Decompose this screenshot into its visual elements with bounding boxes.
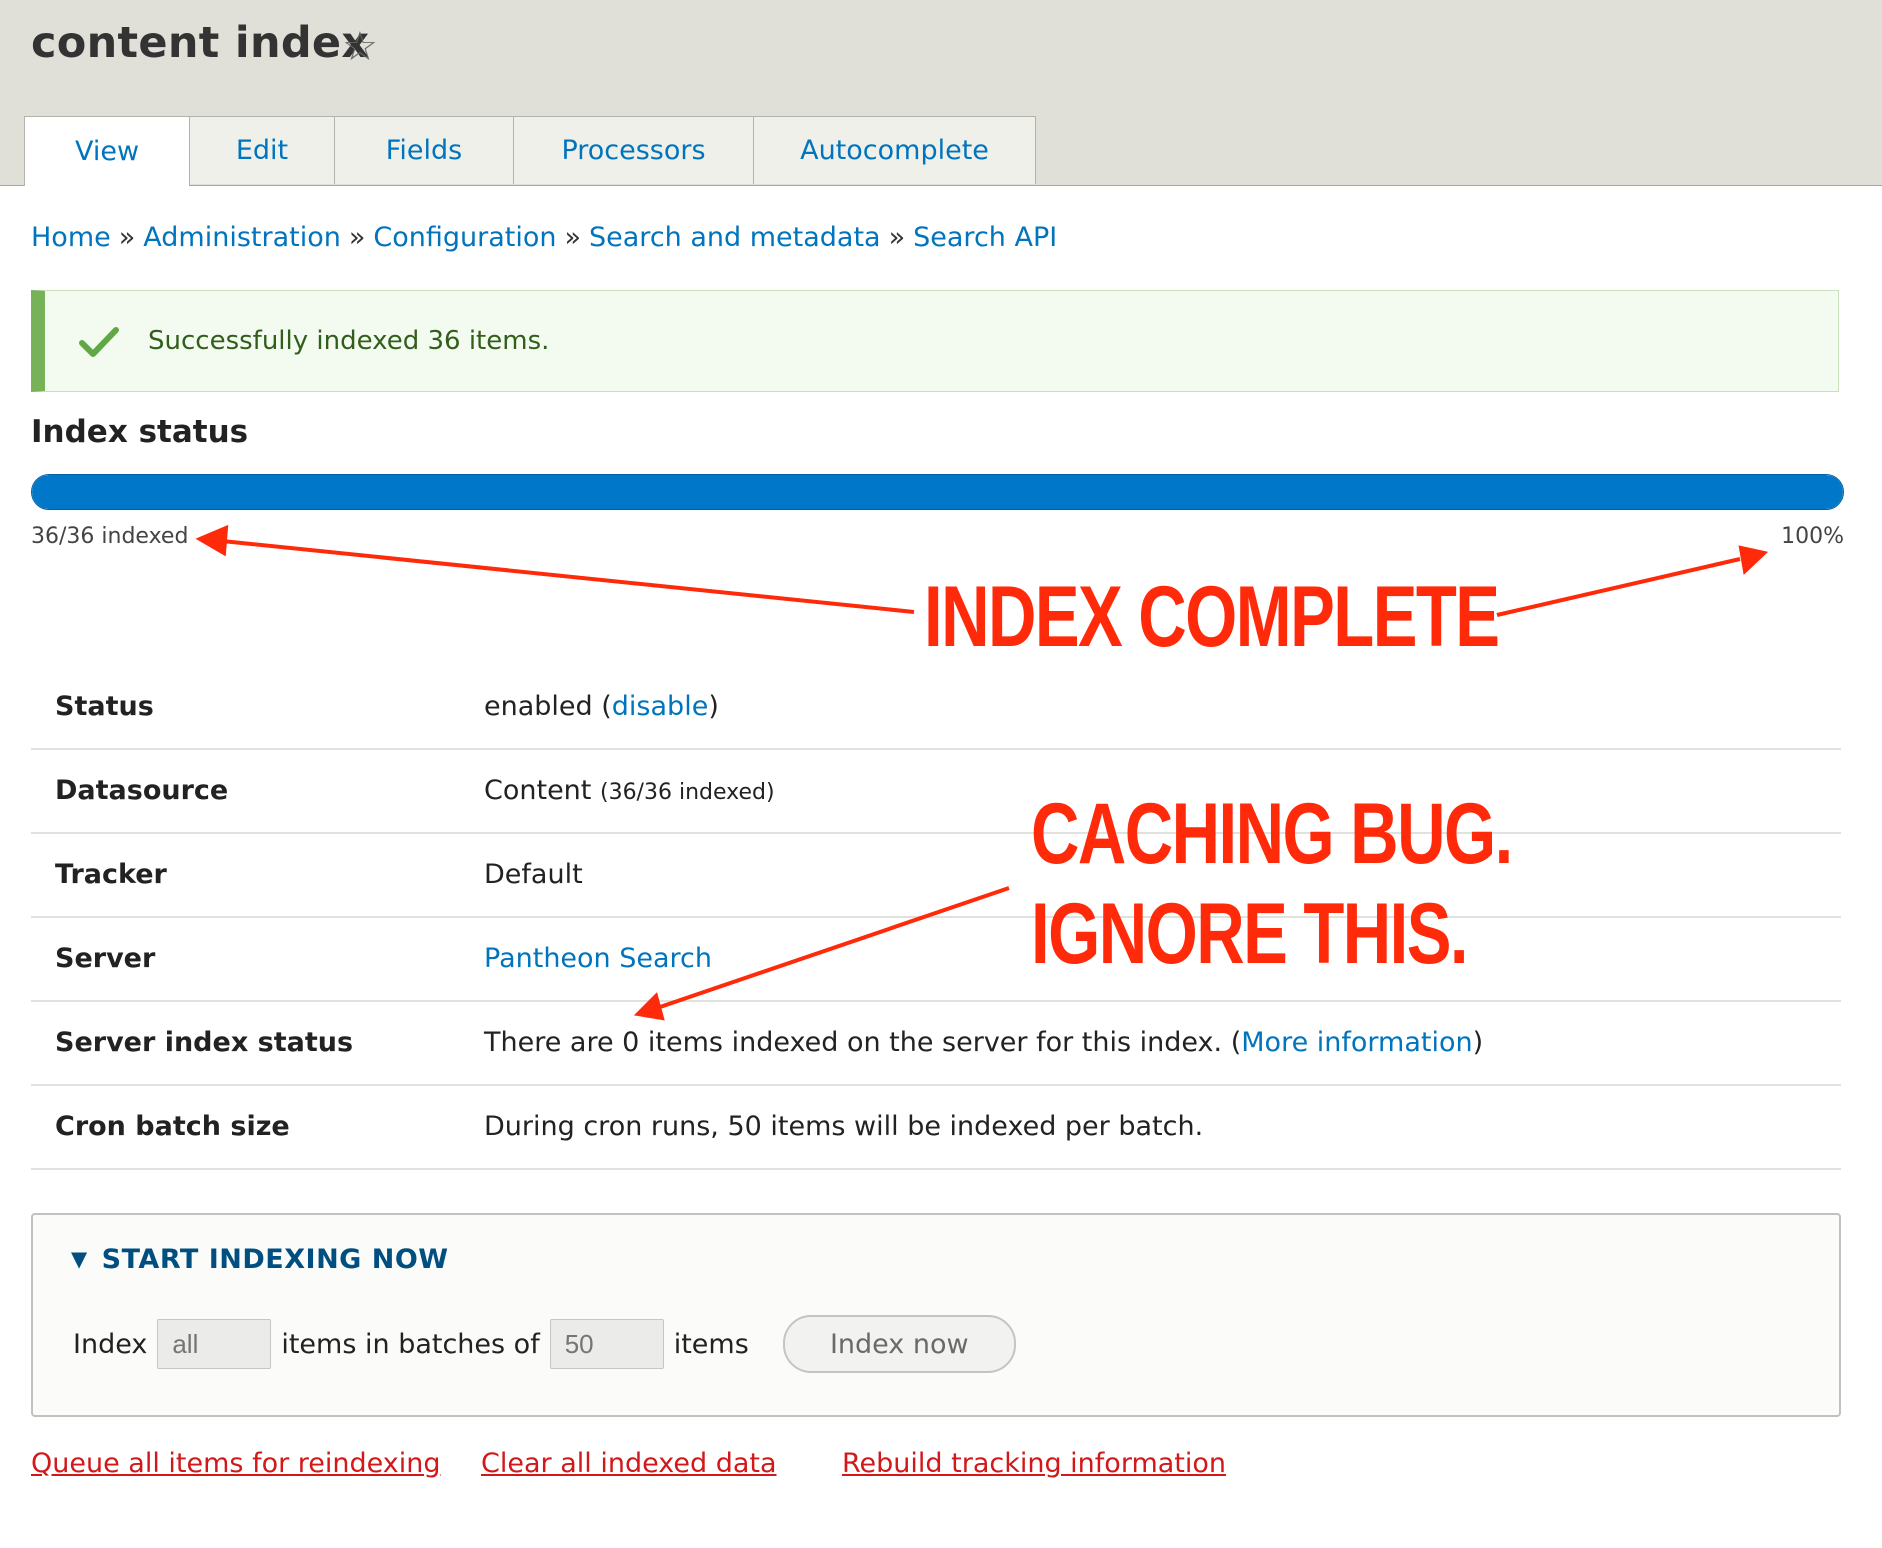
arrow-head [195,524,229,557]
caching-bug-line: CACHING BUG. [1031,786,1513,882]
caching-bug-annotation: CACHING BUG. IGNORE THIS. [1031,784,1513,984]
arrow-head [633,992,665,1021]
arrow-to-percent [1496,557,1741,617]
arrow-to-server-count [659,886,1010,1009]
annotation-arrows [195,524,1769,1021]
arrow-to-indexed-label [221,539,915,614]
caching-bug-line: IGNORE THIS. [1031,886,1469,982]
index-complete-annotation: INDEX COMPLETE [924,569,1500,665]
arrow-head [1738,545,1769,576]
